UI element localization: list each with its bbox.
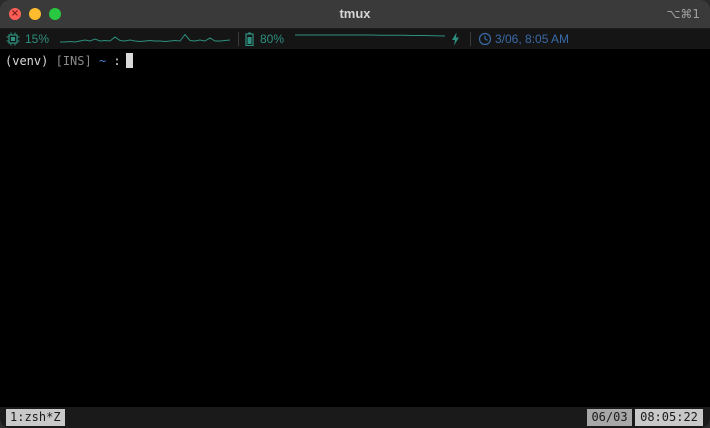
prompt-separator: : bbox=[113, 54, 121, 68]
current-directory: ~ bbox=[98, 54, 107, 68]
lightning-icon bbox=[452, 32, 459, 46]
battery-percent: 80% bbox=[260, 32, 285, 46]
terminal-window: × tmux ⌥⌘1 15% 80% 3/06, 8:05 AM (venv) … bbox=[0, 0, 710, 428]
bat-spark-line bbox=[295, 34, 446, 37]
cpu-icon bbox=[6, 32, 20, 46]
system-status-bar: 15% 80% 3/06, 8:05 AM bbox=[0, 29, 710, 49]
status-separator bbox=[470, 32, 471, 46]
terminal-pane[interactable]: (venv) [INS] ~ : bbox=[0, 49, 710, 407]
venv-label: (venv) bbox=[5, 54, 49, 68]
tmux-window-tab[interactable]: 1:zsh*Z bbox=[6, 409, 65, 426]
status-separator bbox=[238, 32, 239, 46]
battery-icon bbox=[245, 32, 254, 46]
window-shortcut: ⌥⌘1 bbox=[666, 7, 700, 21]
cpu-sparkline bbox=[60, 33, 231, 43]
vi-mode-indicator: [INS] bbox=[55, 54, 92, 68]
clock-readout: 3/06, 8:05 AM bbox=[495, 32, 570, 46]
tmux-time: 08:05:22 bbox=[635, 409, 703, 426]
cpu-spark-line bbox=[60, 33, 231, 43]
tmux-status-bar: 1:zsh*Z 06/03 08:05:22 bbox=[0, 407, 710, 428]
text-cursor bbox=[125, 53, 133, 68]
tmux-date: 06/03 bbox=[587, 409, 632, 426]
cpu-percent: 15% bbox=[25, 32, 50, 46]
shell-prompt: (venv) [INS] ~ : bbox=[5, 53, 133, 69]
window-title: tmux bbox=[339, 6, 371, 21]
clock-icon bbox=[478, 32, 492, 46]
battery-sparkline bbox=[295, 34, 446, 37]
title-bar: × tmux ⌥⌘1 bbox=[0, 0, 710, 29]
